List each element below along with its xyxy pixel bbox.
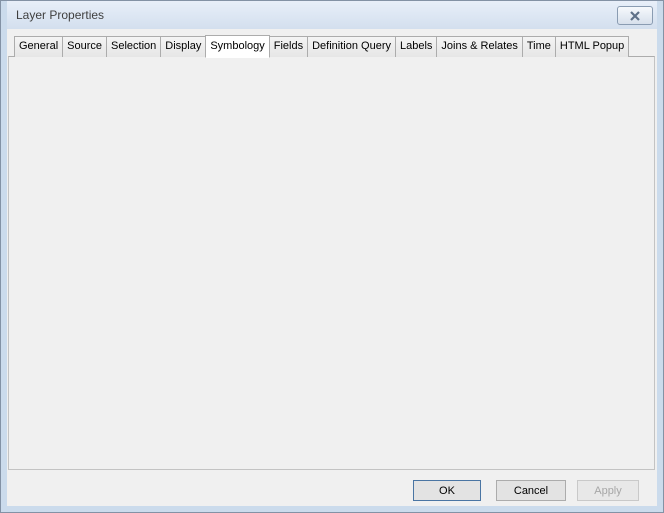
close-icon <box>629 11 641 21</box>
tab-symbology[interactable]: Symbology <box>205 35 269 58</box>
apply-button[interactable]: Apply <box>577 480 639 501</box>
close-button[interactable] <box>617 6 653 25</box>
tab-labels[interactable]: Labels <box>395 36 437 57</box>
title-bar[interactable]: Layer Properties <box>7 1 657 29</box>
cancel-button[interactable]: Cancel <box>496 480 566 501</box>
tab-joins-relates[interactable]: Joins & Relates <box>436 36 522 57</box>
tab-source[interactable]: Source <box>62 36 107 57</box>
tab-general[interactable]: General <box>14 36 63 57</box>
tab-definition-query[interactable]: Definition Query <box>307 36 396 57</box>
tab-selection[interactable]: Selection <box>106 36 161 57</box>
tab-bar: General Source Selection Display Symbolo… <box>14 34 628 57</box>
layer-properties-dialog: Layer Properties General Source Selectio… <box>0 0 664 513</box>
symbology-tab-page <box>8 56 655 470</box>
tab-time[interactable]: Time <box>522 36 556 57</box>
tab-fields[interactable]: Fields <box>269 36 308 57</box>
tab-display[interactable]: Display <box>160 36 206 57</box>
tab-html-popup[interactable]: HTML Popup <box>555 36 629 57</box>
window-title: Layer Properties <box>7 8 104 22</box>
ok-button[interactable]: OK <box>413 480 481 501</box>
